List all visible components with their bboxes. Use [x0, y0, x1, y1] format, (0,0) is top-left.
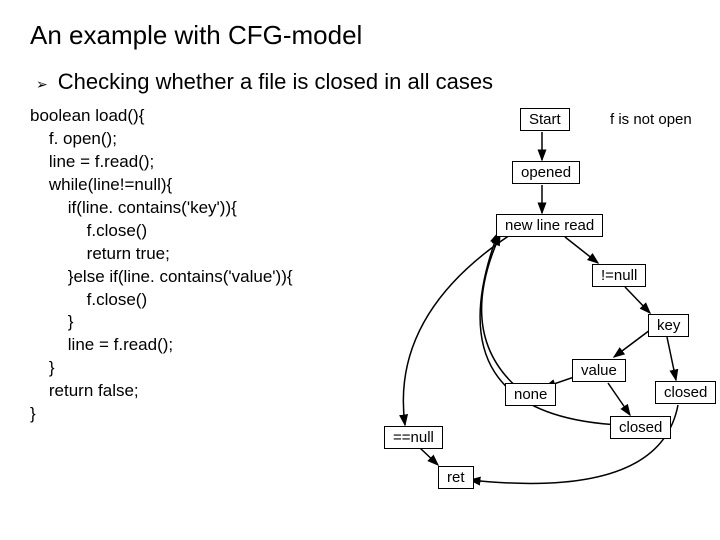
slide-title: An example with CFG-model: [30, 20, 690, 51]
node-closed-right: closed: [655, 381, 716, 404]
cfg-diagram: Start f is not open opened new line read…: [360, 105, 700, 505]
label-f-not-open: f is not open: [610, 111, 692, 128]
node-value: value: [572, 359, 626, 382]
node-start: Start: [520, 108, 570, 131]
node-closed-lower: closed: [610, 416, 671, 439]
node-newline: new line read: [496, 214, 603, 237]
node-eqnull: ==null: [384, 426, 443, 449]
bullet-icon: ➢: [36, 76, 48, 93]
code-block: boolean load(){ f. open(); line = f.read…: [30, 105, 293, 426]
node-ret: ret: [438, 466, 474, 489]
node-none: none: [505, 383, 556, 406]
subtitle-text: Checking whether a file is closed in all…: [58, 69, 493, 95]
node-opened: opened: [512, 161, 580, 184]
subtitle-row: ➢ Checking whether a file is closed in a…: [30, 69, 690, 95]
node-key: key: [648, 314, 689, 337]
node-nenull: !=null: [592, 264, 646, 287]
